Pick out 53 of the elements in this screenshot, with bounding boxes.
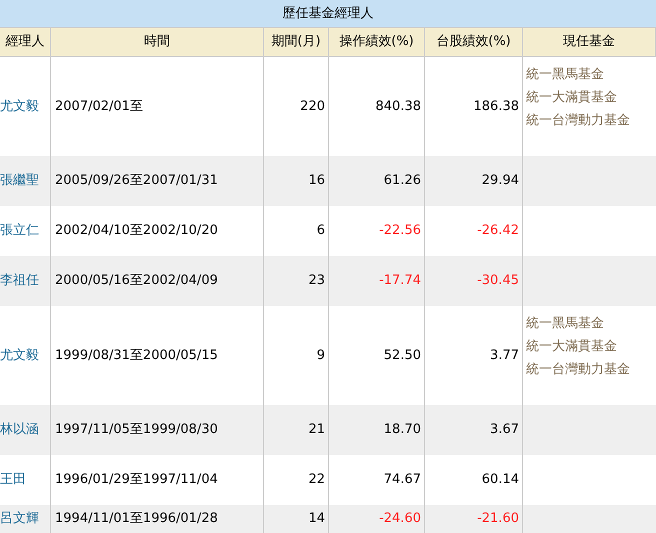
table-cell-text: 2007/02/01至 (55, 98, 143, 116)
table-cell-text: 74.67 (384, 471, 421, 490)
table-cell-text: -22.56 (379, 222, 421, 240)
table-cell-text: 18.70 (384, 421, 421, 440)
table-cell-text: 2005/09/26至2007/01/31 (55, 172, 218, 190)
manager-link[interactable]: 林以涵 (0, 420, 39, 440)
manager-link[interactable]: 李祖任 (0, 271, 39, 291)
table-cell-text: 1999/08/31至2000/05/15 (55, 346, 218, 365)
fund-link[interactable]: 統一黑馬基金 (526, 63, 656, 86)
table-cell-text: 1997/11/05至1999/08/30 (55, 421, 218, 440)
table-cell-text: 16 (308, 172, 325, 190)
fund-link[interactable]: 統一大滿貫基金 (526, 335, 656, 358)
manager-link[interactable]: 呂文輝 (0, 509, 39, 529)
table-cell-text: 3.67 (490, 421, 519, 440)
table-cell-text: 60.14 (482, 471, 519, 490)
manager-link[interactable]: 張立仁 (0, 221, 39, 241)
table-cell-text: 186.38 (474, 98, 519, 116)
table-cell-text: 6 (316, 222, 325, 240)
table-cell-text: 220 (300, 98, 325, 116)
table-cell-text: -21.60 (477, 510, 519, 528)
column-header: 期間(月) (264, 28, 329, 56)
table-cell-text: 1994/11/01至1996/01/28 (55, 510, 218, 528)
table-cell-text: 1996/01/29至1997/11/04 (55, 471, 218, 490)
table-cell-text: 840.38 (376, 98, 421, 116)
table-cell-text: 9 (316, 346, 325, 365)
table-cell-text: 29.94 (482, 172, 519, 190)
table-cell-text: -30.45 (477, 272, 519, 290)
table-title: 歷任基金經理人 (0, 0, 656, 28)
fund-link[interactable]: 統一黑馬基金 (526, 312, 656, 335)
table-cell-text: 3.77 (490, 346, 519, 365)
table-cell-text: 22 (308, 471, 325, 490)
fund-link[interactable]: 統一大滿貫基金 (526, 86, 656, 109)
column-header: 時間 (51, 28, 264, 56)
column-header: 現任基金 (523, 28, 656, 56)
manager-link[interactable]: 王田 (0, 470, 26, 490)
table-cell-text: 23 (308, 272, 325, 290)
table-cell-text: 2000/05/16至2002/04/09 (55, 272, 218, 290)
table-cell-text: 2002/04/10至2002/10/20 (55, 222, 218, 240)
table-cell-text: 52.50 (384, 346, 421, 365)
table-cell-text: -24.60 (379, 510, 421, 528)
manager-link[interactable]: 張繼聖 (0, 171, 39, 191)
table-cell-text: 21 (308, 421, 325, 440)
column-header: 經理人 (0, 28, 51, 56)
manager-link[interactable]: 尤文毅 (0, 96, 39, 116)
manager-link[interactable]: 尤文毅 (0, 346, 39, 366)
table-cell-text: -26.42 (477, 222, 519, 240)
column-header: 操作績效(%) (329, 28, 425, 56)
table-cell-text: 14 (308, 510, 325, 528)
column-header: 台股績效(%) (425, 28, 523, 56)
fund-link[interactable]: 統一台灣動力基金 (526, 109, 656, 132)
fund-link[interactable]: 統一台灣動力基金 (526, 358, 656, 381)
table-cell-text: -17.74 (379, 272, 421, 290)
table-cell-text: 61.26 (384, 172, 421, 190)
